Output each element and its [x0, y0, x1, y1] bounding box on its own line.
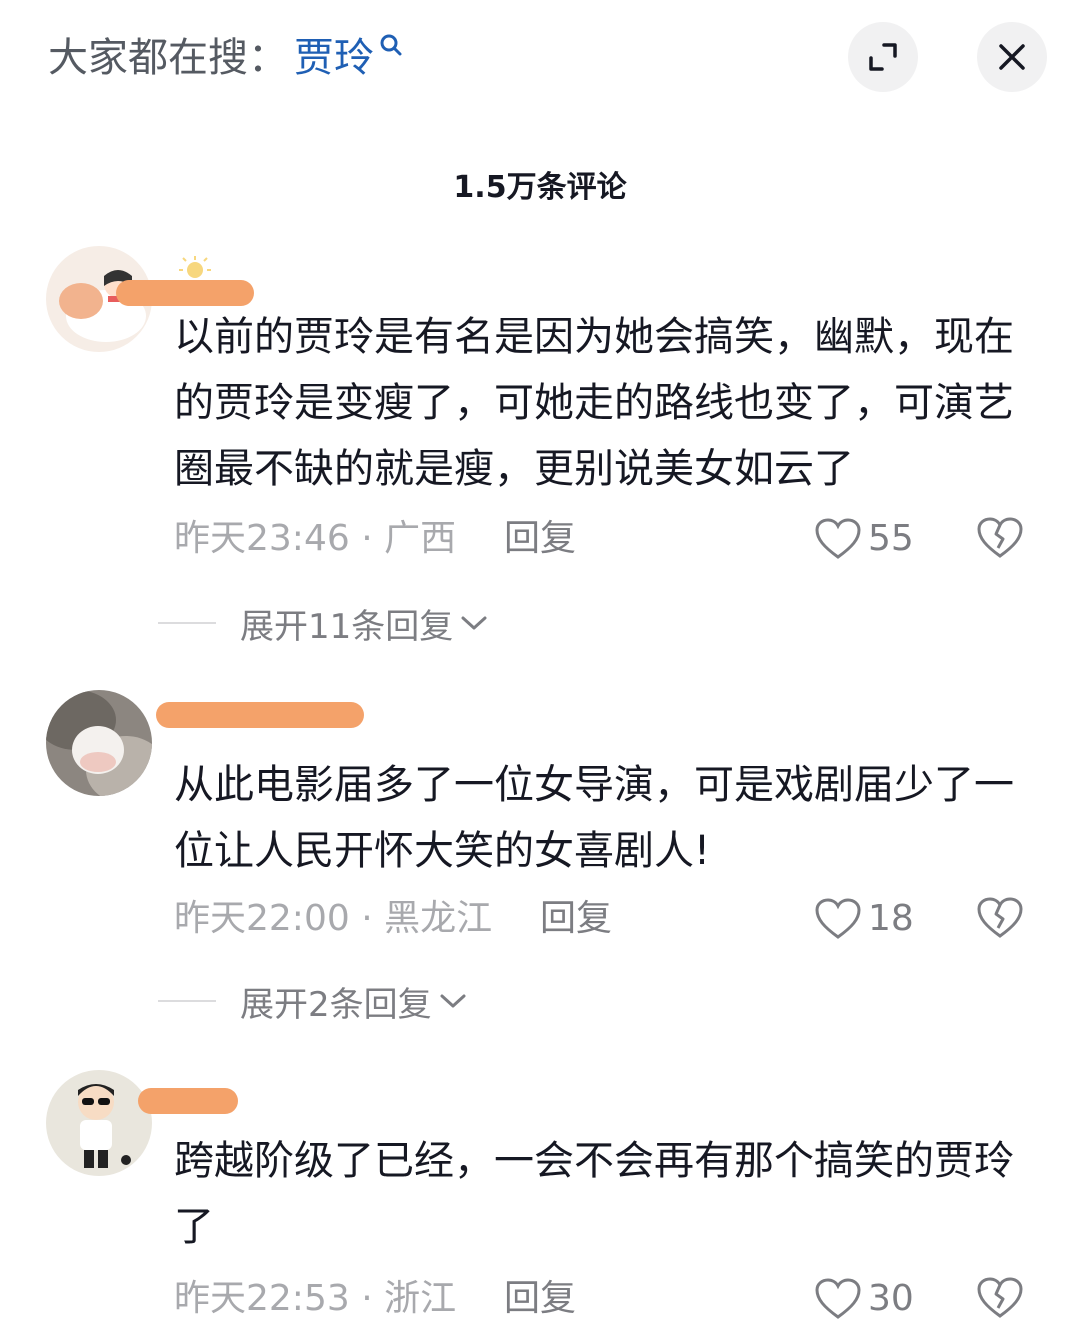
- close-icon: [999, 44, 1025, 70]
- comment-text: 从此电影届多了一位女导演，可是戏剧届少了一位让人民开怀大笑的女喜剧人!: [174, 762, 1014, 874]
- time-location: 昨天23:46 · 广西: [174, 518, 457, 559]
- broken-heart-icon: [977, 1277, 1023, 1318]
- like-button[interactable]: 18: [814, 894, 914, 944]
- time-location: 昨天22:00 · 黑龙江: [174, 898, 493, 939]
- avatar[interactable]: [46, 1070, 152, 1176]
- comment-meta: 昨天23:46 · 广西 回复 55: [174, 514, 1054, 564]
- reply-button[interactable]: 回复: [504, 514, 576, 564]
- avatar[interactable]: [46, 690, 152, 796]
- comments-panel: 大家都在搜： 贾玲 1.5万条评论 以前的贾玲是有名是因为她会搞笑，幽默，现在的…: [0, 0, 1080, 1324]
- expand-button[interactable]: [848, 22, 918, 92]
- comment-meta: 昨天22:00 · 黑龙江 回复 18: [174, 894, 1054, 944]
- top-bar: 大家都在搜： 贾玲: [0, 0, 1080, 120]
- like-count: 30: [868, 1278, 914, 1319]
- comment-text: 以前的贾玲是有名是因为她会搞笑，幽默，现在的贾玲是变瘦了，可她走的路线也变了，可…: [174, 314, 1014, 492]
- comment-text: 跨越阶级了已经，一会不会再有那个搞笑的贾玲了: [174, 1138, 1014, 1250]
- expand-replies[interactable]: 展开2条回复: [158, 976, 468, 1026]
- broken-heart-icon: [977, 517, 1023, 558]
- dislike-button[interactable]: [976, 516, 1024, 574]
- broken-heart-icon: [977, 897, 1023, 938]
- reply-button[interactable]: 回复: [504, 1274, 576, 1324]
- close-button[interactable]: [977, 22, 1047, 92]
- like-count: 55: [868, 518, 914, 559]
- expand-icon: [869, 43, 897, 71]
- heart-icon: [815, 1278, 861, 1319]
- expand-replies-label: 展开2条回复: [240, 984, 432, 1025]
- time-location: 昨天22:53 · 浙江: [174, 1278, 457, 1319]
- expand-replies-label: 展开11条回复: [240, 606, 454, 647]
- comment-count: 1.5万条评论: [453, 170, 627, 205]
- search-prefix: 大家都在搜：: [48, 35, 288, 81]
- divider: [158, 622, 216, 624]
- divider: [158, 1000, 216, 1002]
- search-term-link[interactable]: 贾玲: [294, 30, 374, 86]
- like-button[interactable]: 55: [814, 514, 914, 564]
- chevron-down-icon: [440, 994, 466, 1008]
- username-redacted: [138, 1088, 238, 1114]
- expand-replies[interactable]: 展开11条回复: [158, 598, 489, 648]
- chevron-down-icon: [461, 616, 487, 630]
- heart-icon: [815, 898, 861, 939]
- like-button[interactable]: 30: [814, 1274, 914, 1324]
- dislike-button[interactable]: [976, 896, 1024, 954]
- search-suggestion[interactable]: 大家都在搜： 贾玲: [48, 30, 404, 86]
- username-redacted: [156, 702, 364, 728]
- like-count: 18: [868, 898, 914, 939]
- reply-button[interactable]: 回复: [540, 894, 612, 944]
- heart-icon: [815, 518, 861, 559]
- sun-badge-icon: [179, 256, 211, 278]
- search-icon: [380, 34, 402, 56]
- dislike-button[interactable]: [976, 1276, 1024, 1324]
- comment-meta: 昨天22:53 · 浙江 回复 30: [174, 1274, 1054, 1324]
